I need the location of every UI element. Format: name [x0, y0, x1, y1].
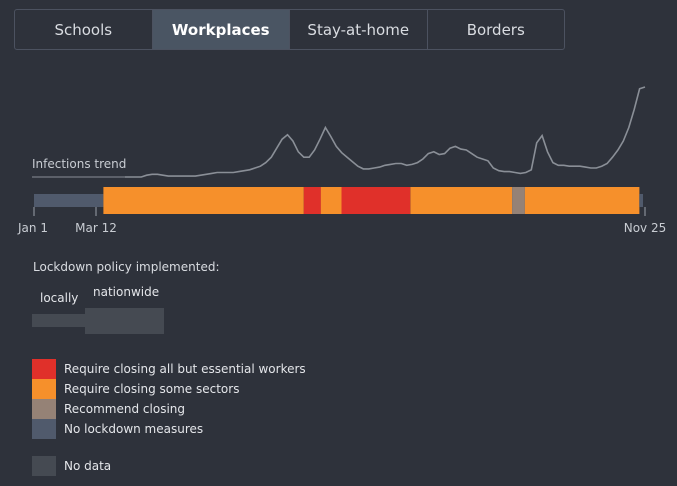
legend-item-no-data: No data	[32, 456, 111, 476]
scope-nationwide-bar	[85, 308, 164, 334]
legend-swatch-orange	[32, 379, 56, 399]
legend-item-recommend: Recommend closing	[32, 399, 306, 419]
date-label-start: Jan 1	[17, 221, 48, 235]
scope-locally-label: locally	[40, 291, 79, 305]
legend-swatch-gray	[32, 456, 56, 476]
policy-segment-some	[320, 187, 342, 214]
legend-label: No lockdown measures	[64, 422, 204, 436]
policy-tabs: Schools Workplaces Stay-at-home Borders	[14, 9, 565, 50]
policy-segment-none	[639, 194, 643, 207]
legend-label: Require closing some sectors	[64, 382, 240, 396]
legend-swatch-red	[32, 359, 56, 379]
policy-segment-all-but-essential	[341, 187, 411, 214]
legend-label: No data	[64, 459, 112, 473]
scope-locally-bar	[32, 314, 85, 327]
legend-item-no-lockdown: No lockdown measures	[32, 419, 306, 439]
policy-bars	[34, 187, 643, 214]
policy-segment-recommend	[512, 187, 525, 214]
legend-swatch-slate	[32, 419, 56, 439]
tab-schools[interactable]: Schools	[15, 10, 153, 49]
scope-nationwide-label: nationwide	[93, 285, 160, 299]
policy-segment-none	[34, 194, 104, 207]
lockdown-scope-title: Lockdown policy implemented:	[33, 260, 220, 274]
legend-item-all-but-essential: Require closing all but essential worker…	[32, 359, 306, 379]
policy-timeline-chart: Infections trend Jan 1 Mar 12 Nov 25	[17, 86, 667, 235]
date-label-end: Nov 25	[624, 221, 667, 235]
policy-segment-some	[410, 187, 513, 214]
policy-legend: Require closing all but essential worker…	[32, 359, 306, 439]
legend-label: Recommend closing	[64, 402, 186, 416]
infections-trend-line	[125, 86, 646, 178]
legend-swatch-brown	[32, 399, 56, 419]
date-label-policy-start: Mar 12	[75, 221, 117, 235]
legend-label: Require closing all but essential worker…	[64, 362, 306, 376]
infections-trend-label: Infections trend	[32, 157, 126, 171]
legend-item-some-sectors: Require closing some sectors	[32, 379, 306, 399]
tab-borders[interactable]: Borders	[428, 10, 565, 49]
tab-stay-at-home[interactable]: Stay-at-home	[290, 10, 428, 49]
policy-segment-some	[103, 187, 304, 214]
policy-segment-some	[524, 187, 640, 214]
policy-segment-all-but-essential	[303, 187, 321, 214]
tab-workplaces[interactable]: Workplaces	[152, 10, 290, 49]
